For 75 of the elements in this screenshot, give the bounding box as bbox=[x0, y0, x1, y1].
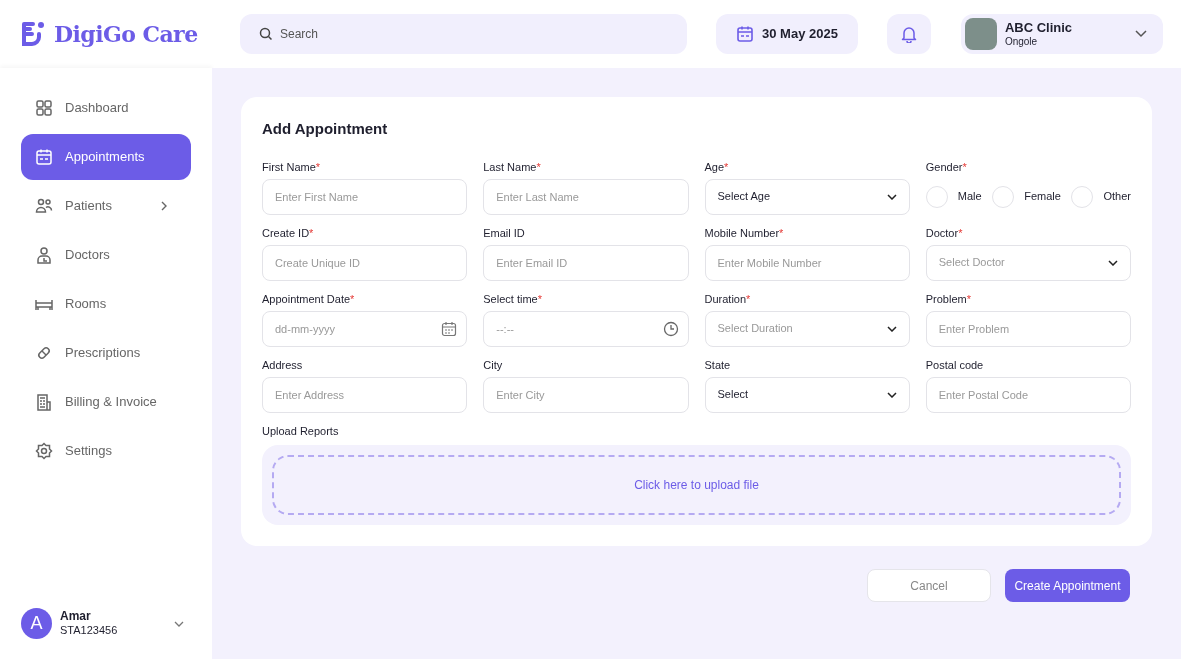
radio-option[interactable]: Male bbox=[925, 185, 982, 208]
notification-button[interactable] bbox=[886, 14, 931, 54]
field-label: Age* bbox=[704, 159, 730, 173]
date-field[interactable]: dd-mm-yyyy bbox=[262, 310, 468, 347]
doctor-icon bbox=[35, 246, 53, 264]
field-label: Mobile Number* bbox=[704, 225, 785, 239]
field-label: Problem* bbox=[925, 291, 972, 305]
logo-icon bbox=[22, 21, 46, 47]
chevron-down-icon bbox=[1134, 30, 1147, 38]
chevron-down-icon bbox=[1108, 259, 1118, 266]
bell-icon bbox=[900, 25, 917, 43]
sidebar-item[interactable]: Billing & Invoice bbox=[21, 379, 191, 425]
field-label: Gender* bbox=[925, 159, 968, 173]
brand-name: DigiGo Care bbox=[54, 19, 198, 49]
sidebar-item[interactable]: Doctors bbox=[21, 232, 191, 278]
field-label: Select time* bbox=[483, 291, 543, 305]
calendar-icon bbox=[35, 148, 53, 166]
input-field[interactable]: Enter Problem bbox=[925, 310, 1131, 347]
chevron-down-icon bbox=[886, 325, 897, 332]
sidebar-item[interactable]: Patients bbox=[21, 183, 191, 229]
sidebar-item[interactable]: Rooms bbox=[21, 281, 191, 327]
radio-option[interactable]: Other bbox=[1071, 185, 1131, 208]
user-id: STA123456 bbox=[60, 624, 119, 638]
upload-dropzone[interactable]: Click here to upload file bbox=[272, 455, 1121, 515]
field-label: State bbox=[704, 357, 732, 371]
search-field[interactable]: Search bbox=[240, 14, 687, 54]
time-field[interactable]: --:-- bbox=[483, 310, 689, 347]
field-label: Last Name* bbox=[483, 159, 542, 173]
cancel-button[interactable]: Cancel bbox=[867, 569, 991, 602]
field-label: Doctor* bbox=[925, 225, 964, 239]
chevron-right-icon bbox=[161, 201, 167, 211]
sidebar-item[interactable]: Prescriptions bbox=[21, 330, 191, 376]
field-label: Create ID* bbox=[262, 225, 315, 239]
date-display: 30 May 2025 bbox=[716, 14, 858, 54]
input-field[interactable]: Enter Mobile Number bbox=[704, 244, 910, 281]
chevron-down-icon bbox=[886, 391, 897, 398]
input-field[interactable]: Create Unique ID bbox=[262, 244, 468, 281]
input-field[interactable]: Enter City bbox=[483, 376, 689, 413]
calendar-icon bbox=[736, 25, 754, 43]
sidebar-item[interactable]: Dashboard bbox=[21, 85, 191, 131]
grid-icon bbox=[35, 99, 53, 117]
user-name: Amar bbox=[60, 609, 92, 625]
dropdown[interactable]: Select bbox=[704, 376, 910, 413]
dropdown[interactable]: Select Age bbox=[704, 178, 910, 215]
sidebar-item[interactable]: Appointments bbox=[21, 134, 191, 180]
chevron-down-icon bbox=[886, 193, 897, 200]
search-icon bbox=[259, 27, 273, 41]
form-title: Add Appointment bbox=[262, 119, 389, 139]
field-label: Email ID bbox=[483, 225, 526, 239]
input-field[interactable]: Enter Address bbox=[262, 376, 468, 413]
input-field[interactable]: Enter Postal Code bbox=[925, 376, 1131, 413]
avatar: A bbox=[21, 608, 52, 639]
field-label: Postal code bbox=[925, 357, 985, 371]
pill-icon bbox=[35, 344, 53, 362]
create-appointment-button[interactable]: Create Appointment bbox=[1005, 569, 1130, 602]
receipt-icon bbox=[35, 393, 53, 411]
field-label: Appointment Date* bbox=[262, 291, 356, 305]
chevron-down-icon bbox=[174, 620, 184, 627]
field-label: Upload Reports bbox=[262, 423, 340, 439]
field-label: Duration* bbox=[704, 291, 752, 305]
people-icon bbox=[35, 197, 53, 215]
radio-option[interactable]: Female bbox=[992, 185, 1061, 208]
clock-icon bbox=[662, 320, 679, 337]
settings-icon bbox=[35, 442, 53, 460]
sidebar-item[interactable]: Settings bbox=[21, 428, 191, 474]
calendar-icon bbox=[441, 320, 458, 337]
clinic-switcher[interactable]: ABC Clinic Ongole bbox=[960, 14, 1163, 54]
input-field[interactable]: Enter Last Name bbox=[483, 178, 689, 215]
user-menu[interactable]: A Amar STA123456 bbox=[0, 608, 212, 639]
input-field[interactable]: Enter Email ID bbox=[483, 244, 689, 281]
field-label: First Name* bbox=[262, 159, 322, 173]
field-label: City bbox=[483, 357, 504, 371]
photo-placeholder bbox=[964, 18, 997, 50]
input-field[interactable]: Enter First Name bbox=[262, 178, 468, 215]
field-label: Address bbox=[262, 357, 304, 371]
